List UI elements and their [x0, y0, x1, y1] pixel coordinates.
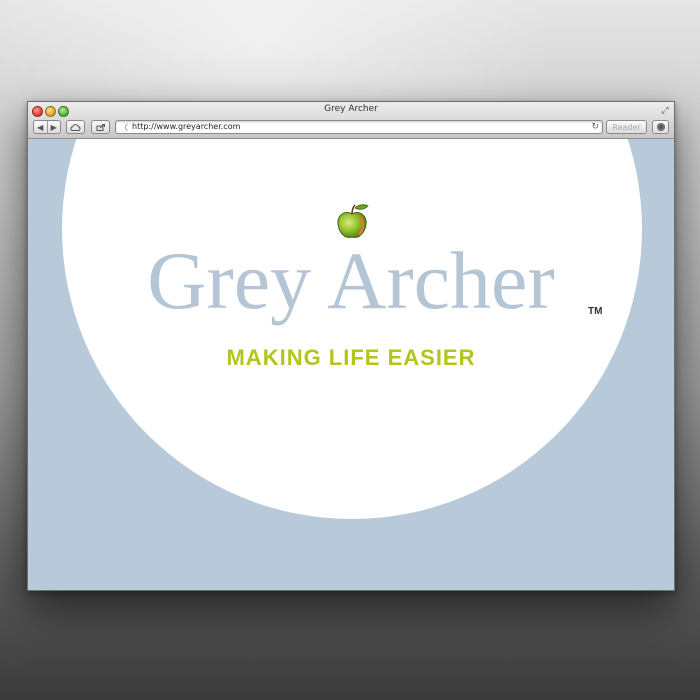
back-arrow-icon[interactable]: ◀ — [34, 121, 47, 133]
icloud-tabs-button[interactable] — [66, 120, 85, 134]
address-bar[interactable]: 〈 http://www.greyarcher.com ↻ — [115, 120, 603, 134]
trademark-symbol: TM — [588, 306, 603, 317]
browser-window: Grey Archer ⤢ ◀ ▶ 〈 http://www.greyarche… — [27, 101, 675, 591]
gear-icon — [656, 123, 665, 131]
fullscreen-icon[interactable]: ⤢ — [660, 105, 670, 115]
window-title: Grey Archer — [324, 104, 378, 114]
url-text[interactable]: http://www.greyarcher.com — [132, 122, 240, 131]
tagline: MAKING LIFE EASIER — [226, 345, 476, 370]
reload-icon[interactable]: ↻ — [591, 121, 599, 132]
cloud-icon — [70, 123, 81, 131]
forward-arrow-icon[interactable]: ▶ — [46, 121, 61, 133]
share-button[interactable] — [91, 120, 110, 134]
page-content: Grey Archer TM MAKING LIFE EASIER — [28, 139, 674, 590]
titlebar: Grey Archer ⤢ ◀ ▶ 〈 http://www.greyarche… — [28, 102, 674, 139]
back-forward-buttons: ◀ ▶ — [33, 120, 61, 134]
brand-name: Grey Archer — [147, 235, 555, 326]
reader-button[interactable]: Reader — [606, 120, 647, 134]
settings-button[interactable] — [652, 120, 669, 134]
share-icon — [96, 124, 105, 131]
page-icon: 〈 — [120, 123, 128, 132]
